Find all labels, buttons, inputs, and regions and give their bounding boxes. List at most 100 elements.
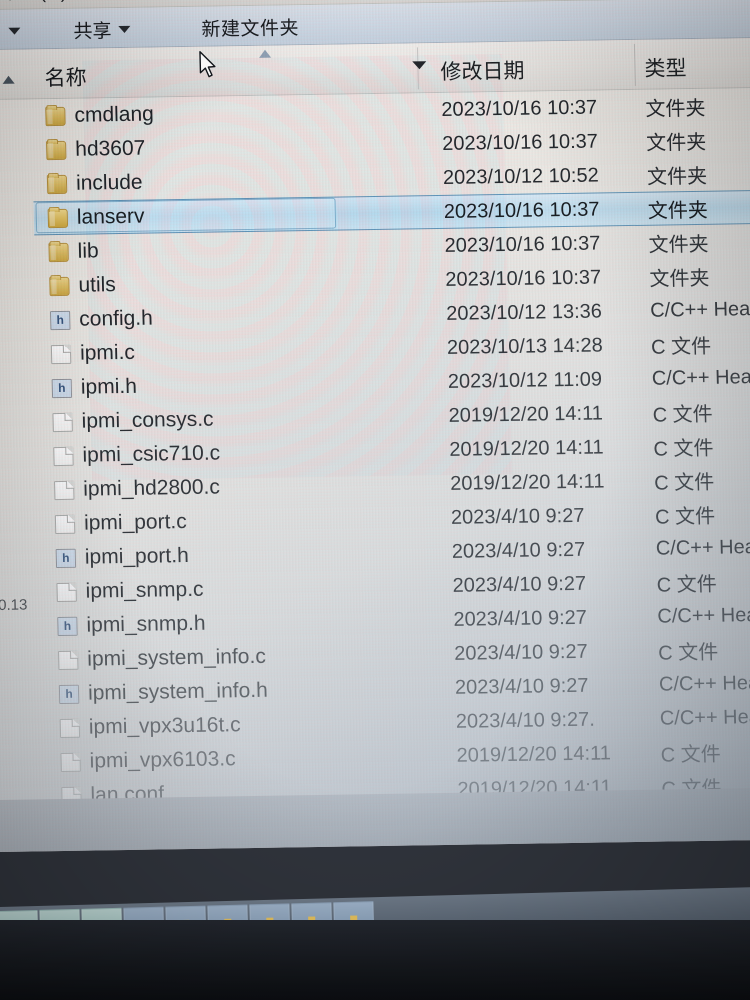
file-name-cell: lanserv <box>47 204 145 231</box>
toolbar-item-partial[interactable]: …中 <box>0 18 21 46</box>
file-name-label: ipmi_system_info.h <box>87 678 269 705</box>
file-name-label: ipmi_port.h <box>84 543 189 569</box>
column-header-type[interactable]: 类型 <box>644 52 687 83</box>
file-date-cell: 2023/4/10 9:27 <box>454 674 589 699</box>
file-type-cell: 文件夹 <box>645 131 707 155</box>
c-file-icon <box>60 752 81 772</box>
file-name-cell: ipmi_snmp.h <box>57 612 206 638</box>
file-name-label: ipmi_hd2800.c <box>82 475 221 501</box>
file-type-cell: 文件夹 <box>647 199 709 223</box>
file-type-cell: C/C++ Header <box>649 297 750 322</box>
file-name-label: lanserv <box>76 204 145 229</box>
file-name-label: ipmi_snmp.c <box>85 577 204 603</box>
c-file-icon <box>52 412 73 432</box>
file-date-cell: 2023/10/13 14:28 <box>446 333 603 359</box>
file-name-cell: ipmi.c <box>50 341 135 366</box>
file-list[interactable]: cmdlang 2023/10/16 10:37 文件夹 hd3607 2023/10/… <box>0 87 750 852</box>
file-type-cell: C 文件 <box>652 403 713 427</box>
toolbar-item-share[interactable]: 共享 <box>73 16 131 44</box>
file-type-cell: 文件夹 <box>646 165 708 189</box>
chevron-down-icon <box>8 27 21 35</box>
column-header-date-modified[interactable]: 修改日期 <box>440 55 525 86</box>
file-type-cell: 文件夹 <box>648 233 709 257</box>
header-file-icon <box>51 378 73 398</box>
background-text-fragment: 义 <box>0 823 35 841</box>
file-name-label: ipmi_snmp.h <box>86 611 206 637</box>
toolbar-item-partial-label: …中 <box>0 18 2 46</box>
file-name-label: ipmi_csic710.c <box>82 441 221 467</box>
file-name-cell: ipmi_snmp.c <box>56 577 204 604</box>
folder-icon <box>47 208 69 228</box>
file-name-label: cmdlang <box>74 102 155 127</box>
file-date-cell: 2023/10/16 10:37 <box>441 96 598 121</box>
column-divider[interactable] <box>633 43 636 86</box>
file-type-cell: C/C++ Header <box>651 365 750 390</box>
file-name-cell: config.h <box>50 307 153 333</box>
header-file-icon <box>57 616 78 636</box>
file-name-cell: ipmi_system_info.h <box>58 678 269 706</box>
file-date-cell: 2023/10/16 10:37 <box>444 231 601 257</box>
file-name-cell: lib <box>48 239 99 264</box>
folder-icon <box>46 140 67 160</box>
file-type-cell: C/C++ Header <box>658 671 750 696</box>
file-name-cell: cmdlang <box>45 102 154 128</box>
c-file-icon <box>59 718 81 738</box>
file-date-cell: 2019/12/20 14:11 <box>448 401 604 427</box>
file-date-cell: 2023/4/10 9:27 <box>453 606 588 631</box>
file-name-cell: include <box>46 170 143 196</box>
file-date-cell: 2023/4/10 9:27 <box>450 504 585 529</box>
header-file-icon <box>58 684 80 704</box>
file-name-cell: ipmi_consys.c <box>52 407 214 435</box>
column-header-name[interactable]: 名称 <box>44 62 87 93</box>
file-date-cell: 2023/10/16 10:37 <box>445 265 602 291</box>
desktop-dark-area <box>0 920 750 1000</box>
c-file-icon <box>53 446 74 466</box>
file-name-label: ipmi_consys.c <box>81 407 214 433</box>
file-name-cell: ipmi_vpx3u16t.c <box>59 713 241 740</box>
file-date-cell: 2019/12/20 14:11 <box>449 469 605 495</box>
c-file-icon <box>50 344 72 364</box>
mouse-cursor-icon <box>199 51 216 78</box>
file-type-cell: C 文件 <box>658 641 719 665</box>
file-type-cell: C 文件 <box>656 573 717 597</box>
background-text-fragment: rnet <box>0 796 34 811</box>
file-name-label: ipmi_system_info.c <box>86 644 267 671</box>
file-name-label: ipmi_vpx6103.c <box>89 747 236 773</box>
background-text-fragment: 化 <box>0 766 33 784</box>
file-name-cell: ipmi_system_info.c <box>58 645 266 672</box>
file-name-label: ipmi.h <box>80 374 138 399</box>
folder-icon <box>45 106 66 126</box>
file-date-cell: 2023/10/16 10:37 <box>443 197 600 223</box>
file-type-cell: C 文件 <box>650 335 712 359</box>
background-text-fragment: 项 <box>0 736 32 754</box>
file-type-cell: C 文件 <box>653 437 714 461</box>
file-name-cell: utils <box>49 273 116 298</box>
file-type-cell: C 文件 <box>654 471 715 495</box>
file-type-cell: C 文件 <box>660 743 721 767</box>
photograph-of-monitor: ) 帮助(H) …中 共享 新建文件夹 名称 修改日期 类型 <box>0 0 750 1000</box>
chevron-down-icon <box>118 25 131 34</box>
toolbar-new-folder-button[interactable]: 新建文件夹 <box>201 13 299 42</box>
file-date-cell: 2019/12/20 14:11 <box>456 741 612 767</box>
file-name-cell: ipmi_port.c <box>54 510 187 536</box>
file-name-cell: ipmi.h <box>51 374 138 400</box>
file-name-cell: ipmi_port.h <box>55 543 189 570</box>
file-type-cell: C/C++ Header <box>659 705 750 730</box>
background-text-fragment: 区域 <box>0 706 32 724</box>
file-name-cell: ipmi_hd2800.c <box>54 475 220 502</box>
c-file-icon <box>54 480 75 500</box>
background-text-fragments: 区域项化rnet义量和家庭安全 <box>0 706 36 852</box>
file-type-cell: C/C++ Header <box>657 603 750 628</box>
file-date-cell: 2019/12/20 14:11 <box>449 435 604 461</box>
menu-item-help[interactable]: 帮助(H) <box>0 0 68 5</box>
chevron-down-icon[interactable] <box>412 61 427 70</box>
column-resize-indicator-icon <box>258 49 272 58</box>
background-ip-fragment: 8.100.13 <box>0 596 28 615</box>
file-date-cell: 2023/10/12 11:20 <box>459 844 614 852</box>
c-file-icon <box>58 650 79 670</box>
file-name-label: include <box>75 170 143 195</box>
folder-icon <box>49 276 70 296</box>
file-type-cell: 文件夹 <box>649 267 710 291</box>
file-name-cell: ipmi_vpx6103.c <box>60 747 236 774</box>
file-date-cell: 2023/10/16 10:37 <box>441 130 599 155</box>
